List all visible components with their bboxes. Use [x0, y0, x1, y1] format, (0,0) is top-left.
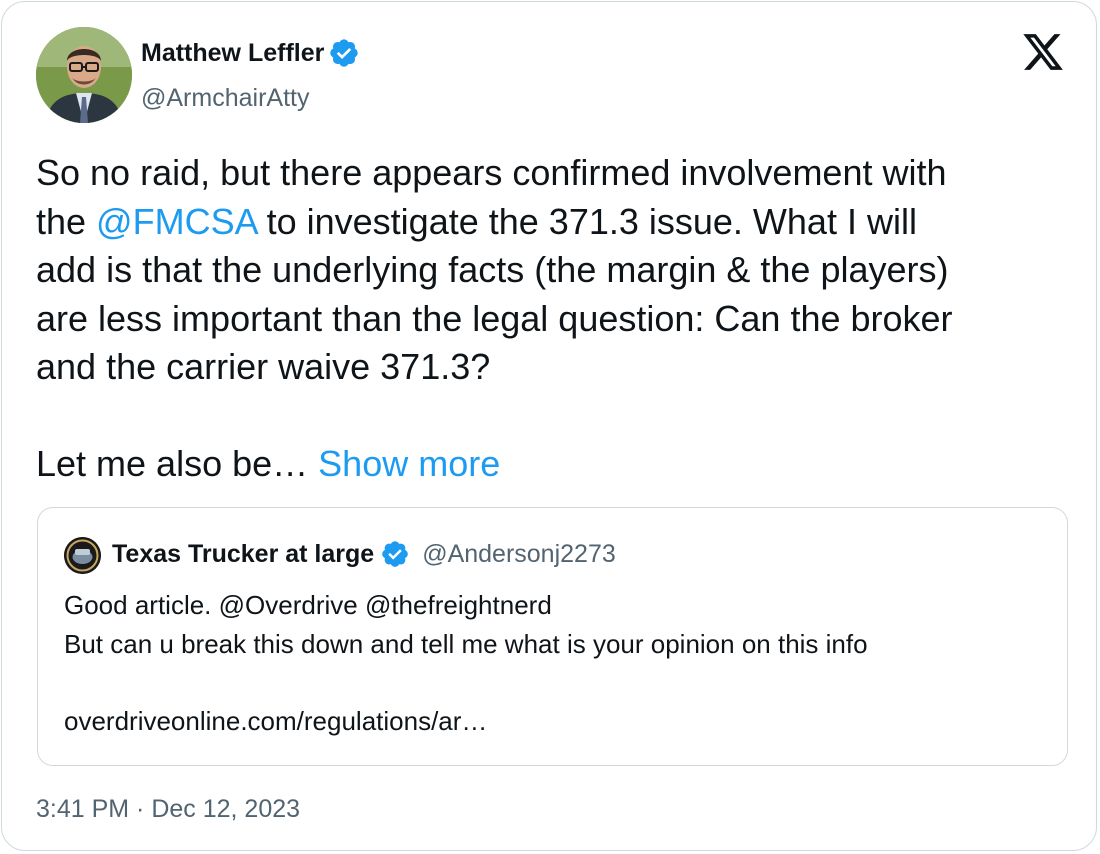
quote-author-name: Texas Trucker at large — [112, 539, 375, 568]
quoted-tweet-card[interactable]: Texas Trucker at large @Andersonj2273 Go… — [37, 507, 1068, 766]
x-logo-icon[interactable] — [1020, 30, 1066, 74]
author-name-text: Matthew Leffler — [141, 39, 325, 67]
quote-text: Good article. @Overdrive @thefreightnerd… — [64, 590, 868, 736]
author-handle[interactable]: @ArmchairAtty — [141, 82, 309, 114]
author-name[interactable]: Matthew Leffler — [141, 37, 360, 69]
tweet-timestamp[interactable]: 3:41 PM · Dec 12, 2023 — [36, 793, 300, 825]
tweet-text: So no raid, but there appears confirmed … — [36, 149, 1076, 489]
tweet-text-part2: to investigate the 371.3 issue. What I w… — [36, 200, 953, 485]
quote-author-handle: @Andersonj2273 — [422, 539, 616, 568]
verified-badge-icon — [382, 541, 408, 567]
show-more-link[interactable]: Show more — [318, 443, 500, 484]
quote-header: Texas Trucker at large @Andersonj2273 — [112, 538, 616, 570]
author-avatar-image — [36, 27, 132, 123]
author-avatar[interactable] — [36, 27, 132, 123]
fmcsa-mention-link[interactable]: @FMCSA — [96, 201, 257, 242]
quote-author-avatar — [64, 537, 101, 574]
tweet-card[interactable]: Matthew Leffler @ArmchairAtty So no raid… — [1, 1, 1097, 851]
verified-badge-icon — [330, 39, 359, 67]
quote-avatar-image — [64, 537, 101, 574]
